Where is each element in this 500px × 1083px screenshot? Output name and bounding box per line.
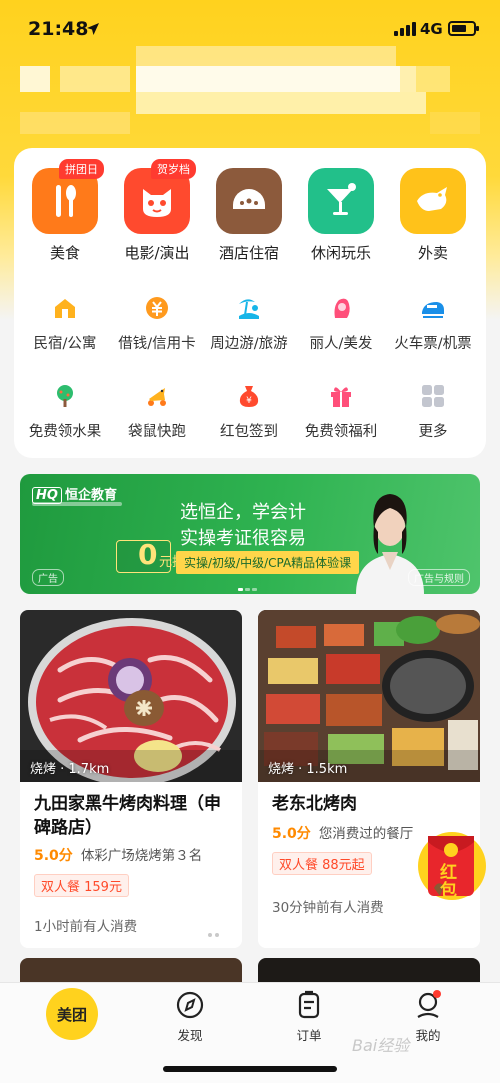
tab-discover[interactable]: 发现 <box>150 989 230 1044</box>
house-icon <box>53 296 77 320</box>
category-label: 红包签到 <box>220 424 278 440</box>
kangaroo-run-icon <box>145 384 169 408</box>
category-tickets[interactable]: 火车票/机票 <box>386 296 480 362</box>
ad-rules-link[interactable]: 广告与规则 <box>408 569 470 586</box>
more-options-icon[interactable] <box>208 922 228 937</box>
category-delivery[interactable]: 外卖 <box>388 168 478 268</box>
category-red-packet[interactable]: ¥ 红包签到 <box>202 384 296 450</box>
home-indicator[interactable] <box>163 1066 337 1072</box>
banner-logo-underline <box>32 502 122 506</box>
category-food[interactable]: 拼团日 美食 <box>20 159 110 268</box>
money-bag-icon: ¥ <box>237 384 261 408</box>
category-label: 火车票/机票 <box>394 336 472 352</box>
compass-icon <box>174 989 206 1021</box>
category-label: 休闲玩乐 <box>310 244 371 262</box>
home-tab-label: 美团 <box>56 1005 87 1024</box>
restaurant-photo-bbq: 烧烤 · 1.5km <box>258 610 480 782</box>
tab-label: 发现 <box>177 1028 203 1043</box>
distance-tag: 烧烤 · 1.5km <box>268 762 348 777</box>
kangaroo-icon <box>400 168 466 234</box>
blurred-search-area[interactable] <box>20 46 480 136</box>
restaurant-name: 九田家黑牛烤肉料理（申碑路店） <box>34 794 221 838</box>
cocktail-icon <box>308 168 374 234</box>
category-label: 民宿/公寓 <box>33 336 97 352</box>
tab-home-meituan[interactable]: 美团 <box>46 988 98 1040</box>
beach-icon <box>237 296 261 320</box>
hotel-icon <box>216 168 282 234</box>
category-label: 美食 <box>49 244 80 262</box>
recent-purchase-text: 1小时前有人消费 <box>34 919 138 935</box>
train-icon <box>421 296 445 320</box>
rating-row: 5.0分 您消费过的餐厅 <box>272 822 413 843</box>
banner-course-pill: 实操/初级/中级/CPA精品体验课 <box>176 551 360 574</box>
category-card: 拼团日 美食 贺岁档 电影/演出 酒店住宿 休闲玩乐 外卖 民宿/公寓 借钱/信… <box>14 148 486 458</box>
ad-label: 广告 <box>32 569 64 586</box>
category-hotel[interactable]: 酒店住宿 <box>204 168 294 268</box>
clipboard-icon <box>293 989 325 1021</box>
recent-purchase-text: 30分钟前有人消费 <box>272 900 384 916</box>
tree-icon <box>53 384 77 408</box>
category-free-welfare[interactable]: 免费领福利 <box>294 384 388 450</box>
carousel-dots <box>238 576 262 591</box>
watermark-text: Bai经验 <box>352 1036 410 1055</box>
battery-icon <box>448 21 479 36</box>
svg-text:¥: ¥ <box>246 396 252 406</box>
red-packet-label: 红包 <box>440 863 457 901</box>
red-packet-float-button[interactable]: 红包 <box>414 826 494 906</box>
category-kangaroo-run[interactable]: 袋鼠快跑 <box>110 384 204 450</box>
status-time: 21:48 <box>28 18 89 40</box>
distance-tag: 烧烤 · 1.7km <box>30 762 110 777</box>
banner-subheadline: 实操考证很容易 <box>180 528 306 549</box>
food-tag: 拼团日 <box>59 159 104 179</box>
ranking-text: 您消费过的餐厅 <box>318 826 414 842</box>
signal-icon <box>394 22 416 36</box>
location-arrow-icon <box>87 23 99 35</box>
ranking-text: 体彩广场烧烤第３名 <box>80 848 203 864</box>
category-label: 免费领水果 <box>28 424 102 440</box>
profile-icon <box>412 989 444 1021</box>
banner-logo: HQ 恒企教育 <box>32 484 117 504</box>
ad-banner[interactable]: HQ 恒企教育 选恒企，学会计 实操考证很容易 0 元抢 实操/初级/中级/CPA… <box>20 474 480 594</box>
category-label: 电影/演出 <box>124 244 190 262</box>
banner-headline: 选恒企，学会计 <box>180 502 306 523</box>
category-label: 更多 <box>418 424 448 440</box>
tab-orders[interactable]: 订单 <box>269 989 349 1044</box>
deal-badge[interactable]: 双人餐 159元 <box>34 874 129 897</box>
network-label: 4G <box>420 20 443 38</box>
category-more[interactable]: 更多 <box>386 384 480 450</box>
category-loan[interactable]: 借钱/信用卡 <box>110 296 204 362</box>
rating-score: 5.0分 <box>34 848 73 864</box>
rating-score: 5.0分 <box>272 826 311 842</box>
category-label: 借钱/信用卡 <box>118 336 196 352</box>
restaurant-card[interactable]: 烧烤 · 1.7km 九田家黑牛烤肉料理（申碑路店） 5.0分 体彩广场烧烤第３名… <box>20 610 242 948</box>
category-label: 免费领福利 <box>304 424 378 440</box>
category-beauty[interactable]: 丽人/美发 <box>294 296 388 362</box>
category-leisure[interactable]: 休闲玩乐 <box>296 168 386 268</box>
category-label: 外卖 <box>417 244 448 262</box>
restaurant-name: 老东北烤肉 <box>272 794 357 814</box>
category-label: 袋鼠快跑 <box>128 424 186 440</box>
category-label: 周边游/旅游 <box>210 336 288 352</box>
category-travel[interactable]: 周边游/旅游 <box>202 296 296 362</box>
movie-tag: 贺岁档 <box>151 159 196 179</box>
category-label: 酒店住宿 <box>218 244 279 262</box>
rating-row: 5.0分 体彩广场烧烤第３名 <box>34 844 202 865</box>
banner-price: 0 <box>138 538 158 571</box>
category-movie[interactable]: 贺岁档 电影/演出 <box>112 159 202 268</box>
deal-badge[interactable]: 双人餐 88元起 <box>272 852 372 875</box>
grid-icon <box>421 384 445 408</box>
coin-icon <box>145 296 169 320</box>
category-homestay[interactable]: 民宿/公寓 <box>18 296 112 362</box>
tab-label: 订单 <box>296 1028 322 1043</box>
gift-icon <box>329 384 353 408</box>
category-label: 丽人/美发 <box>309 336 373 352</box>
category-free-fruit[interactable]: 免费领水果 <box>18 384 112 450</box>
cat-face-icon: 贺岁档 <box>124 159 196 234</box>
woman-icon <box>329 296 353 320</box>
restaurant-photo-beef: 烧烤 · 1.7km <box>20 610 242 782</box>
fork-spoon-icon: 拼团日 <box>32 159 104 234</box>
